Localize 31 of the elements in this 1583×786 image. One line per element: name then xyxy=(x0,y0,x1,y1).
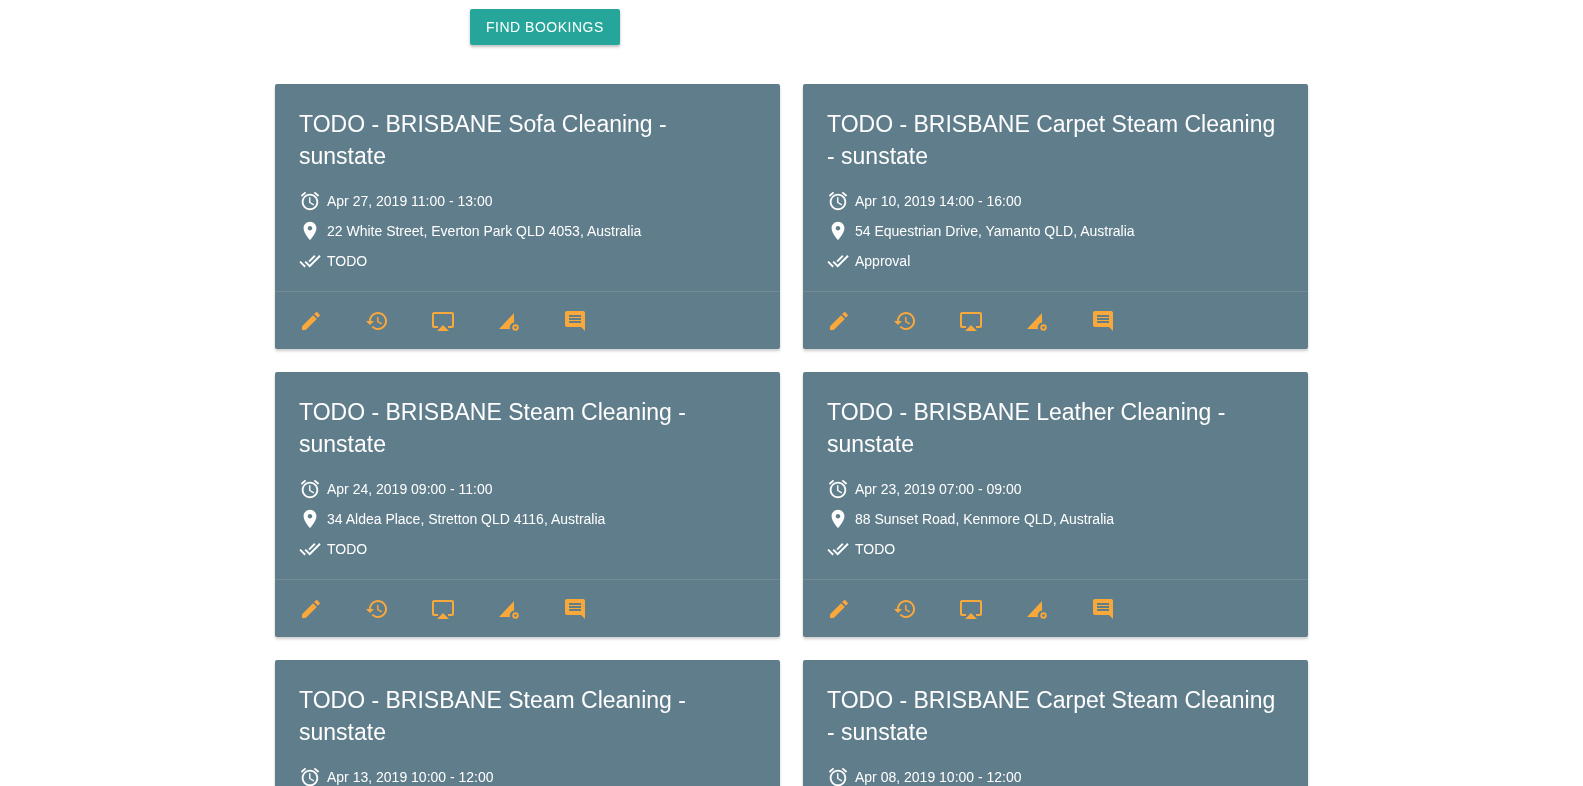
booking-datetime: Apr 23, 2019 07:00 - 09:00 xyxy=(855,481,1022,497)
comment-icon[interactable] xyxy=(1091,596,1115,621)
find-bookings-button[interactable]: FIND BOOKINGS xyxy=(470,9,620,45)
alarm-clock-icon xyxy=(299,478,321,500)
booking-status: Approval xyxy=(855,253,911,269)
alarm-clock-icon xyxy=(827,478,849,500)
alarm-clock-icon xyxy=(827,766,849,786)
alarm-clock-icon xyxy=(299,766,321,786)
alarm-clock-icon xyxy=(299,190,321,212)
booking-title: TODO - BRISBANE Steam Cleaning - sunstate xyxy=(299,686,687,747)
booking-title: TODO - BRISBANE Leather Cleaning - sunstate xyxy=(827,398,1227,459)
booking-status: TODO xyxy=(327,253,368,269)
booking-address: 88 Sunset Road, Kenmore QLD, Australia xyxy=(855,511,1115,527)
booking-datetime: Apr 27, 2019 11:00 - 13:00 xyxy=(327,193,493,209)
booking-status: TODO xyxy=(855,541,896,557)
comment-icon[interactable] xyxy=(563,596,587,621)
booking-title: TODO - BRISBANE Carpet Steam Cleaning - sunstate xyxy=(827,110,1277,171)
booking-title: TODO - BRISBANE Carpet Steam Cleaning - sunstate xyxy=(827,686,1277,747)
booking-datetime: Apr 13, 2019 10:00 - 12:00 xyxy=(327,769,494,785)
booking-address: 34 Aldea Place, Stretton QLD 4116, Australia xyxy=(327,511,606,527)
booking-datetime: Apr 24, 2019 09:00 - 11:00 xyxy=(327,481,493,497)
booking-address: 22 White Street, Everton Park QLD 4053, Australia xyxy=(327,223,642,239)
booking-datetime: Apr 10, 2019 14:00 - 16:00 xyxy=(855,193,1022,209)
booking-address: 54 Equestrian Drive, Yamanto QLD, Australia xyxy=(855,223,1135,239)
comment-icon[interactable] xyxy=(1091,308,1115,333)
alarm-clock-icon xyxy=(827,190,849,212)
booking-status: TODO xyxy=(327,541,368,557)
booking-datetime: Apr 08, 2019 10:00 - 12:00 xyxy=(855,769,1022,785)
booking-title: TODO - BRISBANE Sofa Cleaning - sunstate xyxy=(299,110,668,171)
comment-icon[interactable] xyxy=(563,308,587,333)
booking-title: TODO - BRISBANE Steam Cleaning - sunstate xyxy=(299,398,687,459)
